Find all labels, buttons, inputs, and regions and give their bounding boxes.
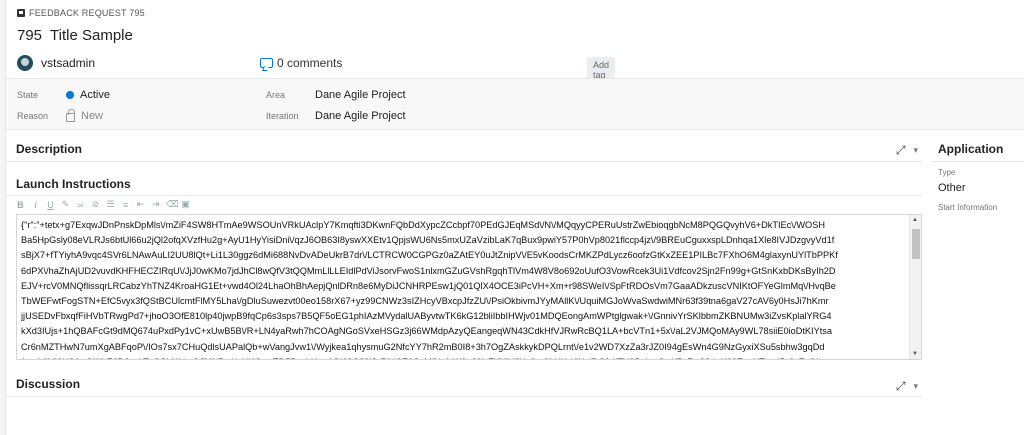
editor-line: 1xv4dik90U8A+QWhE6D3yyjtToGSLNLksQJMNBm\… — [21, 355, 901, 359]
link-icon[interactable]: ∞ — [76, 200, 85, 210]
reason-label: Reason — [17, 111, 49, 121]
numbered-list-icon[interactable]: ≡ — [121, 200, 130, 210]
editor-line: jjUSEDvFbxqfFiHVbTRwgPd7+jhoO3OfE810lp40… — [21, 311, 832, 322]
italic-icon[interactable]: I — [31, 200, 40, 210]
type-label: Type — [938, 168, 956, 177]
type-value[interactable]: Other — [938, 182, 966, 194]
scroll-down-icon[interactable]: ▼ — [912, 351, 918, 357]
image-icon[interactable]: ▣ — [181, 199, 190, 210]
decrease-indent-icon[interactable]: ⇤ — [136, 199, 145, 210]
editor-line: Ba5HpGsly08eVLRJs6btUl66u2jQl2ofqXVzfHu2… — [21, 235, 835, 246]
chevron-down-icon[interactable]: ▾ — [913, 145, 918, 156]
state-label: State — [17, 90, 39, 100]
iteration-field[interactable]: Iteration Dane Agile Project — [266, 110, 406, 122]
highlight-icon[interactable]: ✎ — [61, 199, 70, 210]
status-dot-icon — [66, 91, 74, 99]
application-panel: Application Type Other Start Information — [926, 130, 1024, 435]
editor-line: EJV+rcV0MNQflissqrLRCabzYhTNZ4KroaHG1Et+… — [21, 280, 836, 291]
bullet-list-icon[interactable]: ☰ — [106, 199, 115, 210]
editor-line: {"r":"+tetx+g7ExqwJDnPnskDpMls\/mZiF4SW8… — [21, 220, 825, 230]
avatar[interactable] — [17, 55, 33, 71]
area-field[interactable]: Area Dane Agile Project — [266, 89, 406, 101]
expand-icon[interactable]: ⤢ — [896, 379, 906, 394]
assigned-to[interactable]: vstsadmin — [41, 56, 95, 70]
start-information-label: Start Information — [938, 203, 998, 212]
feedback-request-icon — [17, 9, 25, 17]
expand-icon[interactable]: ⤢ — [896, 143, 906, 158]
work-item-type: FEEDBACK REQUEST 795 — [17, 8, 145, 18]
discussion-controls: ⤢ ▾ — [896, 379, 918, 394]
application-heading: Application — [938, 142, 1004, 156]
area-label: Area — [266, 90, 286, 100]
reason-field[interactable]: Reason New — [17, 108, 104, 122]
editor-line: kXd3IUjs+1hQBAFcGt9dMQ674uPxdPy1vC+xUwB5… — [21, 326, 832, 337]
state-text: Active — [80, 89, 110, 101]
underline-icon[interactable]: U — [46, 200, 55, 210]
meta-row: vstsadmin 0 comments Add tag — [17, 54, 1017, 83]
editor-toolbar: B I U ✎ ∞ ⊘ ☰ ≡ ⇤ ⇥ ⌫ ▣ — [16, 199, 190, 210]
title-row[interactable]: 795 Title Sample — [17, 27, 133, 44]
lock-icon — [66, 108, 75, 122]
editor-line: Cr6nMZTHwN7umXgABFqoP\/IOs7sx7CHuQdlsUAP… — [21, 341, 825, 352]
iteration-label: Iteration — [266, 111, 299, 121]
comment-icon — [260, 58, 273, 68]
reason-value[interactable]: New — [66, 108, 104, 122]
description-heading[interactable]: Description — [16, 142, 82, 156]
unlink-icon[interactable]: ⊘ — [91, 199, 100, 210]
clear-format-icon[interactable]: ⌫ — [166, 199, 179, 210]
chevron-down-icon[interactable]: ▾ — [913, 381, 918, 392]
fields-panel: State Active Reason New Area Dane Agile … — [6, 78, 1024, 130]
increase-indent-icon[interactable]: ⇥ — [151, 199, 160, 210]
editor-line: sBjX7+fTYiyhA9vqc4SVr6LNAwAuLI2UU8lQt+Li… — [21, 250, 838, 261]
work-item-id: 795 — [17, 27, 43, 44]
editor-line: TbWEFwtFogSTN+EfC5vyx3fQStBCUlcmtFlMY5Lh… — [21, 296, 829, 307]
divider — [932, 161, 1024, 162]
state-field[interactable]: State Active — [17, 89, 110, 101]
editor-line: 6dPX\/haZhAjUD2vuvdKHFHECZIRqU\/JjJ0wKMo… — [21, 265, 836, 276]
comments-count: 0 comments — [277, 56, 343, 70]
discussion-heading[interactable]: Discussion — [16, 377, 80, 391]
editor-text[interactable]: {"r":"+tetx+g7ExqwJDnPnskDpMls\/mZiF4SW8… — [21, 218, 901, 359]
divider — [6, 161, 922, 162]
scroll-thumb[interactable] — [912, 229, 920, 259]
comments-link[interactable]: 0 comments Add tag — [260, 56, 616, 83]
main-content: Description ⤢ ▾ Launch Instructions B I … — [6, 130, 926, 435]
bold-icon[interactable]: B — [16, 200, 25, 210]
divider — [6, 396, 922, 397]
description-controls: ⤢ ▾ — [896, 143, 918, 158]
work-item-title[interactable]: Title Sample — [50, 27, 133, 44]
state-value[interactable]: Active — [66, 89, 110, 101]
iteration-value[interactable]: Dane Agile Project — [315, 110, 406, 122]
reason-text: New — [81, 110, 104, 122]
divider — [6, 195, 922, 196]
launch-instructions-editor[interactable]: {"r":"+tetx+g7ExqwJDnPnskDpMls\/mZiF4SW8… — [16, 214, 922, 360]
launch-instructions-heading[interactable]: Launch Instructions — [16, 177, 131, 191]
work-item-header: FEEDBACK REQUEST 795 795 Title Sample vs… — [6, 0, 1024, 83]
work-item-type-label: FEEDBACK REQUEST 795 — [29, 8, 145, 18]
area-value[interactable]: Dane Agile Project — [315, 89, 406, 101]
scroll-up-icon[interactable]: ▲ — [912, 217, 918, 223]
editor-scrollbar[interactable]: ▲ ▼ — [909, 215, 921, 359]
